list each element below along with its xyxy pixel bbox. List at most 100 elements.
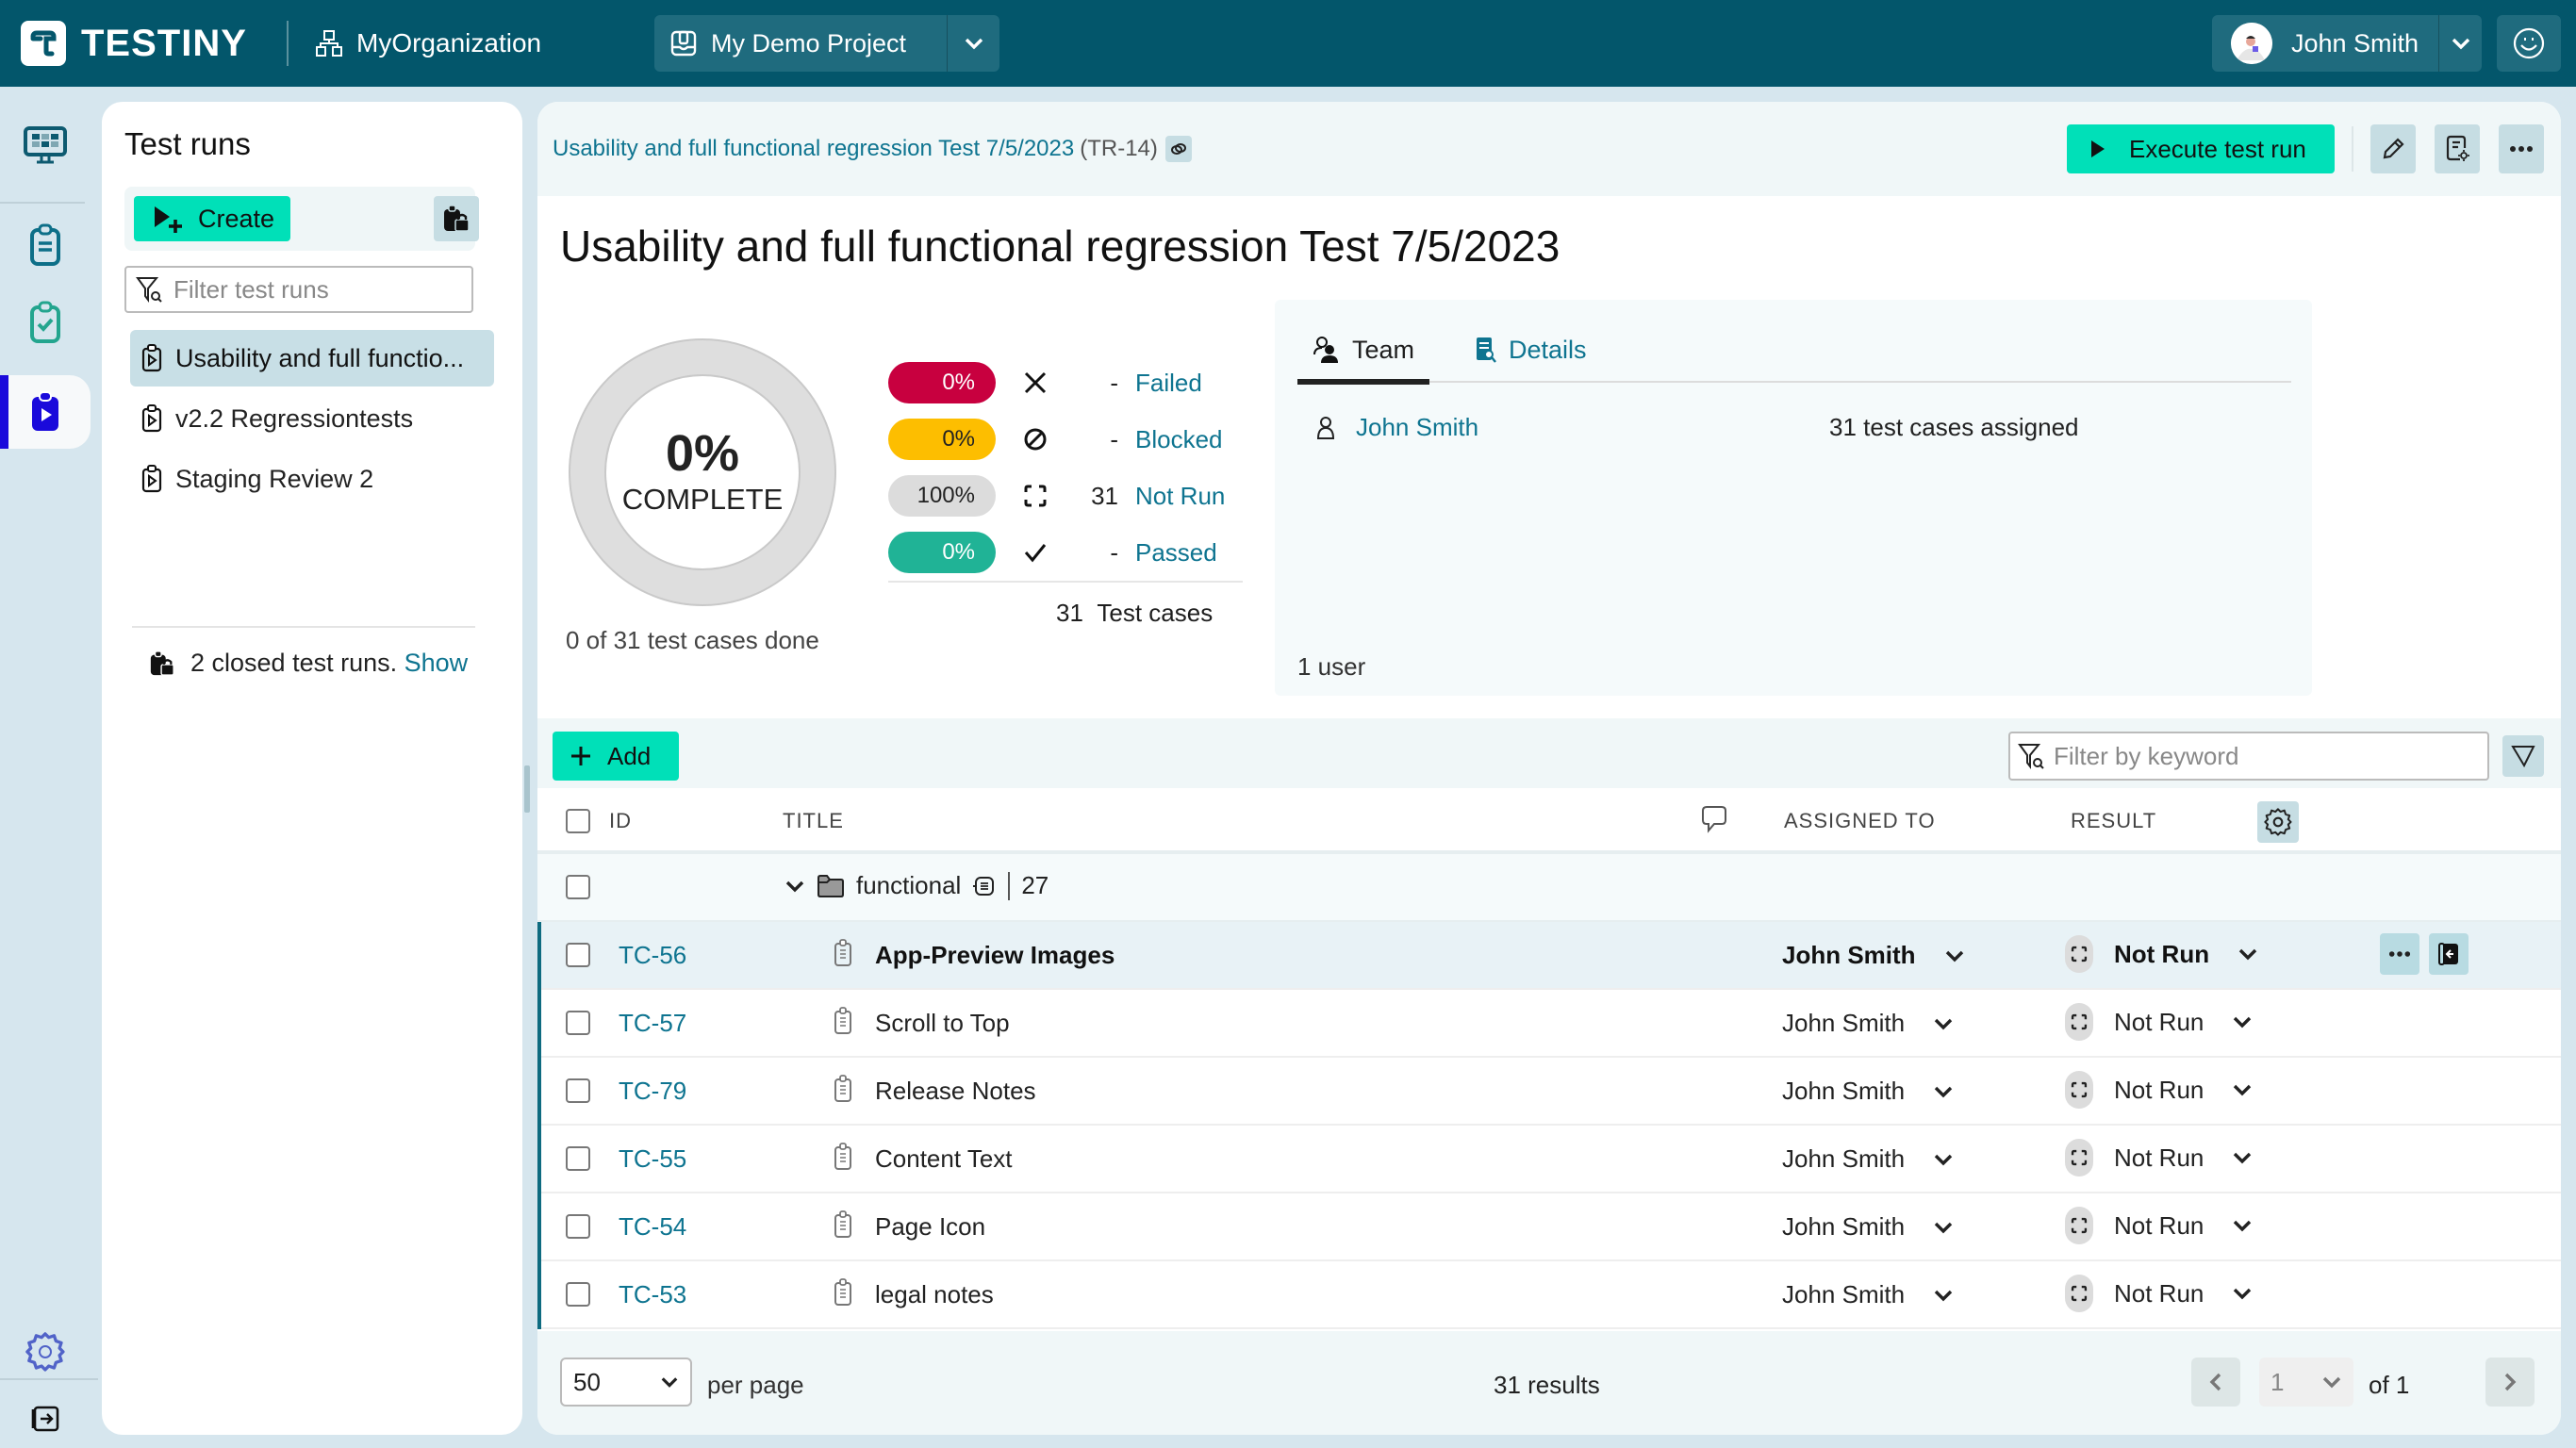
- assignee-dropdown[interactable]: John Smith: [1782, 941, 1965, 970]
- test-case-title[interactable]: Release Notes: [875, 1077, 1036, 1106]
- run-list-item[interactable]: Usability and full functio...: [130, 330, 494, 387]
- tab-team[interactable]: Team: [1297, 328, 1429, 385]
- project-button[interactable]: My Demo Project: [654, 29, 947, 58]
- panel-resize-handle[interactable]: [524, 765, 530, 813]
- assignee-dropdown[interactable]: John Smith: [1782, 1009, 1954, 1038]
- stat-label-link[interactable]: Blocked: [1135, 425, 1223, 454]
- assignee-dropdown[interactable]: John Smith: [1782, 1212, 1954, 1242]
- test-case-id-link[interactable]: TC-55: [619, 1144, 686, 1174]
- chevron-down-icon[interactable]: [784, 880, 805, 893]
- tab-details[interactable]: Details: [1475, 328, 1587, 383]
- create-test-run-button[interactable]: Create: [134, 196, 290, 241]
- test-case-id-link[interactable]: TC-56: [619, 941, 686, 970]
- stat-label-link[interactable]: Failed: [1135, 369, 1202, 398]
- table-header: ID TITLE ASSIGNED TO RESULT: [537, 788, 2561, 854]
- rail-item-test-cases[interactable]: [0, 207, 91, 283]
- user-dropdown-toggle[interactable]: [2438, 15, 2482, 72]
- result-label: Not Run: [2114, 1143, 2204, 1172]
- execute-test-run-button[interactable]: Execute test run: [2067, 124, 2335, 173]
- next-page-button[interactable]: [2485, 1358, 2535, 1407]
- closed-runs-button[interactable]: [434, 196, 479, 241]
- expand-sidebar-button[interactable]: [0, 1388, 91, 1448]
- advanced-filter-button[interactable]: [2502, 735, 2544, 777]
- report-button[interactable]: [2435, 124, 2480, 173]
- rail-item-test-plans[interactable]: [0, 285, 91, 360]
- column-settings-button[interactable]: [2257, 801, 2299, 843]
- row-checkbox[interactable]: [566, 1282, 590, 1307]
- table-row[interactable]: TC-56 App-Preview Images John Smith Not Run: [541, 922, 2561, 990]
- rail-item-dashboard[interactable]: [0, 107, 91, 183]
- select-all-checkbox[interactable]: [566, 809, 590, 833]
- result-dropdown[interactable]: Not Run: [2065, 1003, 2253, 1041]
- table-row[interactable]: TC-54 Page Icon John Smith Not Run: [541, 1193, 2561, 1261]
- test-case-title[interactable]: legal notes: [875, 1280, 994, 1309]
- result-dropdown[interactable]: Not Run: [2065, 1207, 2253, 1244]
- previous-page-button[interactable]: [2191, 1358, 2240, 1407]
- test-case-title[interactable]: App-Preview Images: [875, 941, 1115, 970]
- user-icon: [1316, 416, 1335, 439]
- project-selector[interactable]: My Demo Project: [654, 15, 999, 72]
- open-detail-button[interactable]: [2429, 933, 2469, 975]
- chevron-down-icon: [2452, 38, 2469, 50]
- row-more-button[interactable]: [2380, 933, 2419, 975]
- table-row[interactable]: TC-53 legal notes John Smith Not Run: [541, 1261, 2561, 1329]
- result-dropdown[interactable]: Not Run: [2065, 1275, 2253, 1312]
- add-test-cases-button[interactable]: Add: [553, 732, 679, 781]
- row-checkbox[interactable]: [566, 943, 590, 967]
- row-checkbox[interactable]: [566, 1078, 590, 1103]
- table-row[interactable]: TC-55 Content Text John Smith Not Run: [541, 1126, 2561, 1193]
- copy-link-button[interactable]: [1164, 136, 1192, 162]
- row-checkbox[interactable]: [566, 1011, 590, 1035]
- test-case-id-link[interactable]: TC-53: [619, 1280, 686, 1309]
- assignee-dropdown[interactable]: John Smith: [1782, 1280, 1954, 1309]
- row-checkbox[interactable]: [566, 1214, 590, 1239]
- organization-link[interactable]: MyOrganization: [315, 21, 541, 66]
- test-case-title[interactable]: Scroll to Top: [875, 1009, 1010, 1038]
- column-header-assigned[interactable]: ASSIGNED TO: [1784, 809, 1936, 833]
- project-dropdown-toggle[interactable]: [947, 15, 999, 72]
- folder-count: 27: [1021, 871, 1049, 899]
- folder-group-row[interactable]: functional 27: [537, 854, 2561, 922]
- chevron-down-icon: [2234, 1016, 2252, 1028]
- assignee-dropdown[interactable]: John Smith: [1782, 1077, 1954, 1106]
- assignee-dropdown[interactable]: John Smith: [1782, 1144, 1954, 1174]
- test-case-id-link[interactable]: TC-79: [619, 1077, 686, 1106]
- row-checkbox[interactable]: [566, 1146, 590, 1171]
- rail-item-test-runs[interactable]: [0, 375, 91, 449]
- test-case-title[interactable]: Page Icon: [875, 1212, 985, 1242]
- member-name-link[interactable]: John Smith: [1356, 413, 1478, 442]
- table-row[interactable]: TC-57 Scroll to Top John Smith Not Run: [541, 990, 2561, 1058]
- column-header-id[interactable]: ID: [609, 809, 632, 833]
- feedback-button[interactable]: [2497, 15, 2561, 72]
- result-dropdown[interactable]: Not Run: [2065, 1071, 2253, 1109]
- filter-keyword-input[interactable]: [2054, 741, 2469, 771]
- test-case-id-link[interactable]: TC-54: [619, 1212, 686, 1242]
- result-dropdown[interactable]: Not Run: [2065, 1139, 2253, 1176]
- run-list-item[interactable]: v2.2 Regressiontests: [130, 390, 494, 447]
- filter-test-runs-input[interactable]: [173, 274, 456, 304]
- filter-test-runs-field[interactable]: [124, 266, 473, 313]
- edit-button[interactable]: [2370, 124, 2416, 173]
- group-checkbox[interactable]: [566, 875, 590, 899]
- user-menu[interactable]: John Smith: [2212, 15, 2482, 72]
- chevron-down-icon: [2234, 1152, 2252, 1164]
- show-closed-runs-link[interactable]: Show: [405, 649, 469, 678]
- page-select[interactable]: 1: [2259, 1358, 2353, 1407]
- column-header-title[interactable]: TITLE: [783, 809, 844, 833]
- breadcrumb-link[interactable]: Usability and full functional regression…: [553, 136, 1074, 162]
- result-dropdown[interactable]: Not Run: [2065, 935, 2258, 973]
- stat-label-link[interactable]: Not Run: [1135, 482, 1225, 511]
- test-case-id-link[interactable]: TC-57: [619, 1009, 686, 1038]
- per-page-select[interactable]: 50: [560, 1358, 692, 1407]
- table-row[interactable]: TC-79 Release Notes John Smith Not Run: [541, 1058, 2561, 1126]
- more-options-button[interactable]: [2499, 124, 2544, 173]
- add-label: Add: [607, 741, 652, 770]
- test-case-title[interactable]: Content Text: [875, 1144, 1013, 1174]
- user-name: John Smith: [2291, 28, 2419, 58]
- testiny-logo[interactable]: TESTINY: [21, 21, 247, 66]
- detail-header: Usability and full functional regression…: [537, 102, 2561, 196]
- filter-keyword-field[interactable]: [2008, 732, 2489, 781]
- run-list-item[interactable]: Staging Review 2: [130, 451, 494, 507]
- column-header-result[interactable]: RESULT: [2071, 809, 2156, 833]
- stat-label-link[interactable]: Passed: [1135, 538, 1217, 568]
